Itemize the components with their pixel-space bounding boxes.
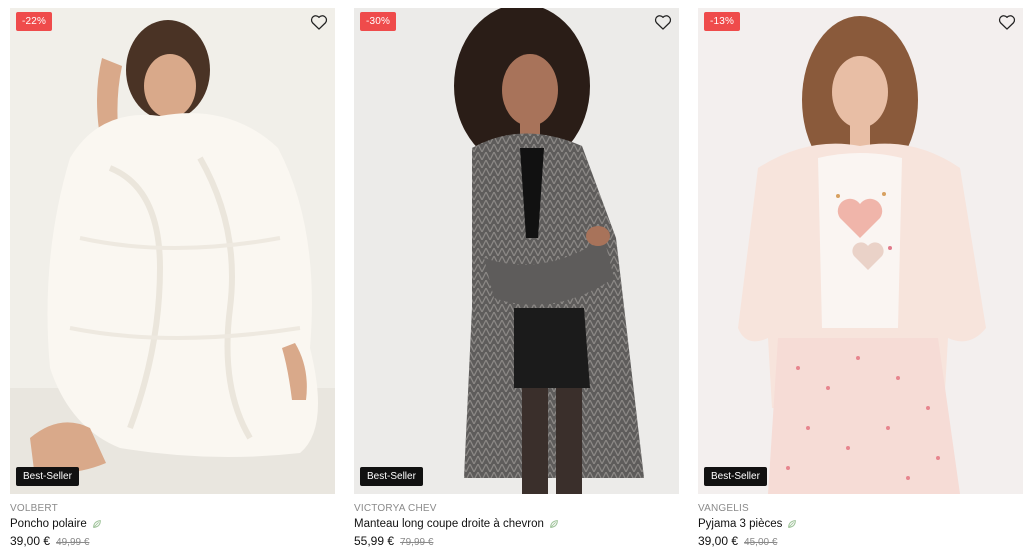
product-photo-poncho	[10, 8, 335, 494]
product-image[interactable]: -30% Best-Seller	[354, 8, 679, 494]
leaf-icon	[788, 520, 797, 528]
product-name: Manteau long coupe droite à chevron	[354, 518, 544, 530]
current-price: 39,00 €	[10, 534, 51, 548]
product-brand: VICTORYA CHEV	[354, 503, 437, 514]
product-photo-coat	[354, 8, 679, 494]
heart-outline-icon[interactable]	[653, 12, 673, 32]
product-name: Poncho polaire	[10, 518, 87, 530]
product-card[interactable]: -13% Best-Seller VANGELIS Pyjama 3 pièce…	[698, 8, 1023, 549]
product-info: VOLBERT Poncho polaire 39,00 € 49,99 €	[10, 494, 335, 549]
product-card[interactable]: -22% Best-Seller VOLBERT Poncho polaire …	[10, 8, 335, 549]
discount-badge: -13%	[704, 12, 741, 31]
heart-outline-icon[interactable]	[997, 12, 1017, 32]
bestseller-badge: Best-Seller	[360, 467, 423, 486]
product-brand: VOLBERT	[10, 503, 58, 514]
product-image[interactable]: -22% Best-Seller	[10, 8, 335, 494]
product-photo-pyjama	[698, 8, 1023, 494]
product-grid: -22% Best-Seller VOLBERT Poncho polaire …	[0, 0, 1024, 549]
product-card[interactable]: -30% Best-Seller VICTORYA CHEV Manteau l…	[354, 8, 679, 549]
bestseller-badge: Best-Seller	[16, 467, 79, 486]
product-image[interactable]: -13% Best-Seller	[698, 8, 1023, 494]
leaf-icon	[92, 520, 101, 528]
leaf-icon	[550, 520, 558, 528]
discount-badge: -30%	[360, 12, 397, 31]
product-name-link[interactable]: Manteau long coupe droite à chevron	[354, 516, 679, 532]
product-name: Pyjama 3 pièces	[698, 518, 783, 530]
discount-badge: -22%	[16, 12, 53, 31]
price-row: 39,00 € 49,99 €	[10, 533, 335, 549]
heart-outline-icon[interactable]	[309, 12, 329, 32]
product-info: VICTORYA CHEV Manteau long coupe droite …	[354, 494, 679, 549]
product-info: VANGELIS Pyjama 3 pièces 39,00 € 45,00 €	[698, 494, 1023, 549]
price-row: 39,00 € 45,00 €	[698, 533, 1023, 549]
bestseller-badge: Best-Seller	[704, 467, 767, 486]
current-price: 39,00 €	[698, 534, 739, 548]
price-row: 55,99 € 79,99 €	[354, 533, 679, 549]
product-name-link[interactable]: Poncho polaire	[10, 516, 335, 532]
current-price: 55,99 €	[354, 534, 395, 548]
product-name-link[interactable]: Pyjama 3 pièces	[698, 516, 1023, 532]
product-brand: VANGELIS	[698, 503, 749, 514]
